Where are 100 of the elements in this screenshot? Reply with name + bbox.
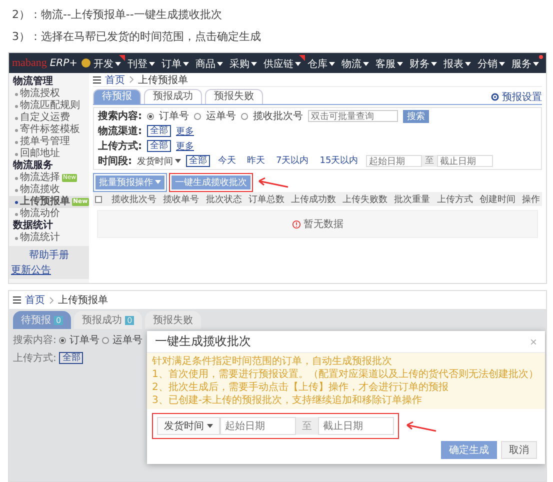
nav-item[interactable]: 仓库: [308, 55, 339, 71]
chevron-icon: [129, 76, 134, 83]
column-header: 上传方式: [436, 194, 473, 206]
caret-icon: [182, 62, 189, 66]
radio-label: 运单号: [206, 110, 236, 123]
settings-icon: [491, 92, 499, 100]
menu-icon[interactable]: [93, 76, 101, 84]
caret-icon: [430, 62, 437, 66]
nav-item[interactable]: 客服: [376, 55, 407, 71]
filter-option[interactable]: 7天以内: [273, 155, 312, 167]
brand-name: mabang: [12, 57, 47, 69]
menu-icon[interactable]: [13, 296, 21, 304]
sidebar-heading: 物流管理: [12, 76, 54, 88]
checkbox[interactable]: [95, 196, 102, 202]
more-link[interactable]: 更多: [176, 140, 194, 152]
caret-icon: [250, 62, 257, 66]
caret-icon: [464, 62, 471, 66]
caret-icon: [294, 62, 301, 66]
sidebar-heading: 数据统计: [12, 220, 54, 232]
sidebar-item[interactable]: 物流动价: [9, 208, 89, 220]
sidebar-item[interactable]: 物流匹配规则: [9, 100, 89, 112]
range-separator: 至: [422, 155, 438, 167]
filter-option[interactable]: 今天: [215, 155, 239, 167]
sidebar-item[interactable]: 揽单号管理: [9, 136, 89, 148]
caret-icon: [396, 62, 403, 66]
breadcrumb-current: 上传预报单: [58, 294, 108, 307]
notice-text: 2、批次生成后，需要手动点击【上传】操作，才会进行订单的预报: [152, 381, 450, 394]
column-header: 揽收单号: [163, 194, 200, 206]
chevron-icon: [49, 296, 54, 304]
nav-item[interactable]: 报表: [444, 55, 475, 71]
tab[interactable]: 预报失败: [205, 89, 263, 104]
end-date-field[interactable]: 截止日期: [437, 155, 494, 167]
nav-item[interactable]: 商品: [196, 55, 227, 71]
sidebar-item[interactable]: 物流授权: [9, 88, 89, 100]
start-date-field[interactable]: 起始日期: [220, 417, 296, 435]
tab[interactable]: 预报成功 0: [74, 311, 142, 329]
settings-link[interactable]: 预报设置: [502, 90, 542, 104]
count-badge: 0: [125, 316, 134, 324]
tab[interactable]: 预报失败: [145, 311, 202, 329]
sidebar-item[interactable]: 回邮地址: [9, 148, 89, 160]
caret-icon: [175, 159, 181, 163]
help-link[interactable]: 帮助手册: [29, 248, 69, 262]
sidebar-item[interactable]: 寄件标签模板: [9, 124, 89, 136]
filter-option[interactable]: 全部: [147, 125, 171, 137]
warning-icon: [292, 220, 300, 228]
radio-button[interactable]: [241, 112, 248, 120]
sidebar-item[interactable]: 自定义运费: [9, 112, 89, 124]
nav-item[interactable]: 采购: [230, 55, 261, 71]
nav-item[interactable]: 订单: [162, 55, 193, 71]
more-link[interactable]: 更多: [176, 124, 194, 138]
breadcrumb-link[interactable]: 首页: [25, 293, 45, 307]
column-header: 创建时间: [479, 194, 516, 206]
coin-icon: [80, 58, 91, 68]
ribbon-icon: [298, 55, 305, 61]
time-type-dropdown[interactable]: 发货时间: [137, 154, 181, 168]
column-header: 订单总数: [248, 194, 284, 206]
nav-item[interactable]: 供应链: [264, 55, 305, 71]
caret-icon: [362, 62, 369, 66]
start-date-field[interactable]: 起始日期: [366, 155, 422, 167]
empty-message: 暂无数据: [304, 218, 344, 231]
tab[interactable]: 预报成功: [144, 89, 202, 104]
radio-button[interactable]: [102, 336, 110, 344]
breadcrumb-current: 上传预报单: [138, 74, 188, 86]
radio-button[interactable]: [194, 112, 201, 120]
column-header: 上传失败数: [342, 194, 388, 206]
nav-item[interactable]: 分销: [478, 55, 509, 71]
caret-icon: [328, 62, 335, 66]
notice-text: 3、已创建-未上传的预报批次，支持继续追加和移除订单操作: [152, 394, 423, 407]
cancel-button[interactable]: 取消: [501, 441, 537, 459]
product-name: ERP+: [50, 58, 78, 68]
nav-item[interactable]: 开发: [94, 55, 125, 71]
nav-item[interactable]: 财务: [410, 55, 441, 71]
filter-option[interactable]: 昨天: [244, 155, 268, 167]
caret-icon: [114, 62, 121, 66]
search-field[interactable]: 双击可批量查询: [308, 110, 398, 122]
filter-label: 搜索内容:: [13, 334, 56, 347]
update-link[interactable]: 更新公告: [11, 263, 51, 277]
time-type-dropdown[interactable]: 发货时间: [157, 417, 220, 435]
filter-option[interactable]: 全部: [186, 155, 210, 167]
column-header: 上传成功数: [290, 194, 336, 206]
caret-icon: [207, 424, 213, 428]
radio-button[interactable]: [147, 112, 154, 120]
filter-label: 上传方式:: [13, 352, 56, 365]
ribbon-icon: [118, 55, 125, 61]
radio-button[interactable]: [59, 336, 66, 344]
notice-text: 1、首次使用，需要进行预报设置。（配置对应渠道以及上传的货代否则无法创建批次）: [152, 368, 540, 381]
filter-label: 上传方式:: [98, 139, 142, 153]
sidebar-item[interactable]: 物流统计: [9, 232, 89, 244]
end-date-field[interactable]: 截止日期: [318, 417, 394, 435]
radio-label: 运单号: [112, 334, 142, 347]
count-badge: 0: [54, 316, 64, 324]
filter-option[interactable]: 全部: [59, 352, 84, 364]
nav-item[interactable]: 服务: [512, 55, 543, 71]
nav-item[interactable]: 物流: [342, 55, 373, 71]
sidebar-item[interactable]: 物流揽收: [9, 184, 89, 196]
filter-option[interactable]: 全部: [147, 140, 171, 152]
caret-icon: [148, 62, 155, 66]
nav-item[interactable]: 刊登: [128, 55, 159, 71]
filter-option[interactable]: 15天以内: [316, 155, 362, 167]
breadcrumb-link[interactable]: 首页: [105, 72, 125, 86]
